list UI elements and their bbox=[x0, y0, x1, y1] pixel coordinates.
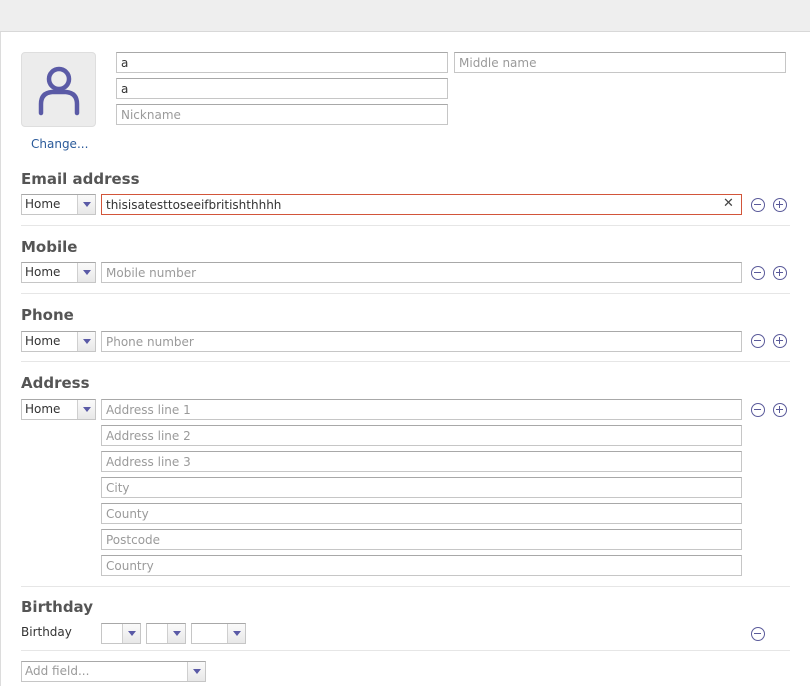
chevron-down-icon[interactable] bbox=[122, 624, 140, 643]
add-mobile-icon[interactable] bbox=[773, 266, 787, 280]
phone-section-title: Phone bbox=[21, 306, 74, 324]
birthday-day-value bbox=[102, 624, 122, 643]
birthday-section-title: Birthday bbox=[21, 598, 93, 616]
birthday-day-select[interactable] bbox=[101, 623, 141, 644]
remove-email-icon[interactable] bbox=[751, 198, 765, 212]
chevron-down-icon[interactable] bbox=[227, 624, 245, 643]
panel-border bbox=[0, 32, 1, 686]
mobile-number-input[interactable] bbox=[101, 262, 742, 283]
city-input[interactable] bbox=[101, 477, 742, 498]
county-input[interactable] bbox=[101, 503, 742, 524]
remove-phone-icon[interactable] bbox=[751, 334, 765, 348]
clear-icon[interactable]: ✕ bbox=[723, 197, 734, 211]
divider bbox=[21, 361, 790, 362]
birthday-month-value bbox=[147, 624, 167, 643]
email-section-title: Email address bbox=[21, 170, 140, 188]
phone-number-input[interactable] bbox=[101, 331, 742, 352]
chevron-down-icon[interactable] bbox=[77, 400, 95, 419]
mobile-section-title: Mobile bbox=[21, 238, 78, 256]
remove-address-icon[interactable] bbox=[751, 403, 765, 417]
person-icon bbox=[38, 66, 79, 115]
email-input[interactable] bbox=[101, 194, 742, 215]
divider bbox=[21, 650, 790, 651]
add-field-placeholder: Add field... bbox=[25, 664, 90, 678]
birthday-year-value bbox=[192, 624, 227, 643]
address-type-select[interactable]: Home bbox=[21, 399, 96, 420]
email-type-select[interactable]: Home bbox=[21, 194, 96, 215]
chevron-down-icon[interactable] bbox=[187, 662, 205, 681]
address-section-title: Address bbox=[21, 374, 90, 392]
phone-type-select[interactable]: Home bbox=[21, 331, 96, 352]
birthday-month-select[interactable] bbox=[146, 623, 186, 644]
mobile-type-select[interactable]: Home bbox=[21, 262, 96, 283]
add-address-icon[interactable] bbox=[773, 403, 787, 417]
birthday-year-select[interactable] bbox=[191, 623, 246, 644]
mobile-type-value: Home bbox=[25, 265, 61, 279]
chevron-down-icon[interactable] bbox=[77, 332, 95, 351]
address-type-value: Home bbox=[25, 402, 61, 416]
email-type-value: Home bbox=[25, 197, 61, 211]
address-line3-input[interactable] bbox=[101, 451, 742, 472]
nickname-input[interactable] bbox=[116, 104, 448, 125]
divider bbox=[21, 225, 790, 226]
postcode-input[interactable] bbox=[101, 529, 742, 550]
first-name-input[interactable] bbox=[116, 52, 448, 73]
chevron-down-icon[interactable] bbox=[167, 624, 185, 643]
birthday-label: Birthday bbox=[21, 625, 72, 639]
remove-mobile-icon[interactable] bbox=[751, 266, 765, 280]
divider bbox=[21, 586, 790, 587]
change-photo-link[interactable]: Change... bbox=[31, 137, 88, 151]
contact-photo[interactable] bbox=[21, 52, 96, 127]
remove-birthday-icon[interactable] bbox=[751, 627, 765, 641]
add-field-select[interactable]: Add field... bbox=[21, 661, 206, 682]
add-phone-icon[interactable] bbox=[773, 334, 787, 348]
chevron-down-icon[interactable] bbox=[77, 195, 95, 214]
address-line2-input[interactable] bbox=[101, 425, 742, 446]
divider bbox=[21, 293, 790, 294]
address-line1-input[interactable] bbox=[101, 399, 742, 420]
top-toolbar bbox=[0, 0, 810, 32]
middle-name-input[interactable] bbox=[454, 52, 786, 73]
last-name-input[interactable] bbox=[116, 78, 448, 99]
phone-type-value: Home bbox=[25, 334, 61, 348]
chevron-down-icon[interactable] bbox=[77, 263, 95, 282]
country-input[interactable] bbox=[101, 555, 742, 576]
add-email-icon[interactable] bbox=[773, 198, 787, 212]
